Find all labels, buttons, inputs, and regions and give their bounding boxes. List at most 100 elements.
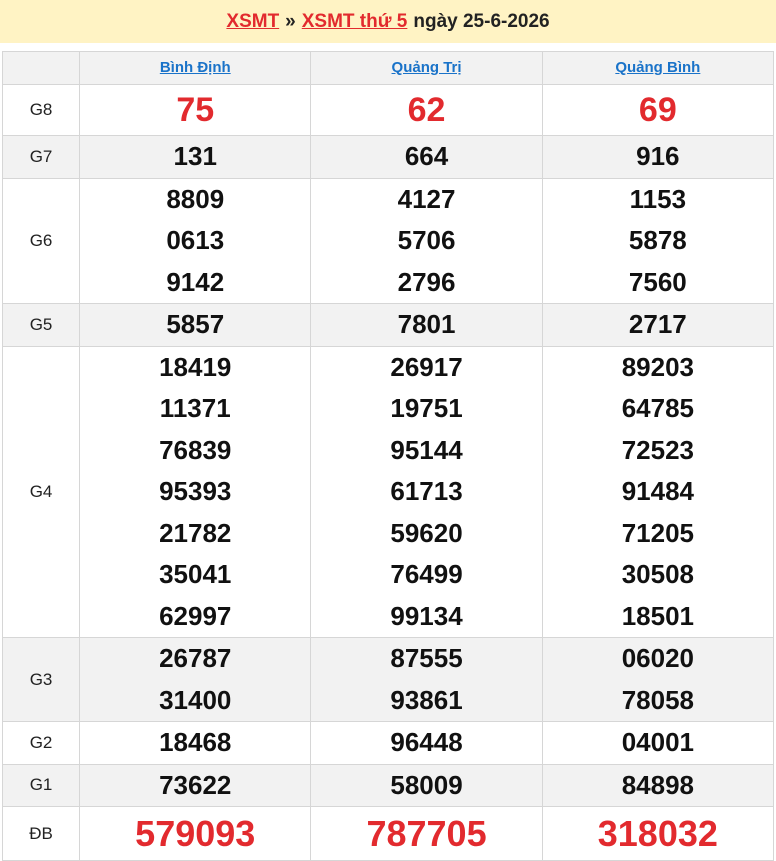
prize-cell: 84898: [541, 763, 775, 807]
prize-number: 78058: [621, 684, 694, 715]
prize-cell: 18419 11371 76839 95393 21782 35041 62997: [79, 345, 312, 638]
prize-number: 5878: [628, 225, 687, 255]
prize-number: 62: [407, 91, 446, 129]
prize-number: 62997: [159, 600, 232, 631]
prize-number: 26787: [159, 643, 232, 673]
prize-number: 87555: [390, 643, 463, 673]
prize-label: G6: [1, 177, 81, 304]
prize-cell: 73622: [79, 763, 312, 807]
prize-cell: 664: [310, 135, 543, 179]
prize-cell: 916: [541, 135, 775, 179]
prize-number: 18501: [621, 600, 694, 631]
prize-row: G3 26787 31400 87555 93861 06020 78058: [1, 637, 775, 722]
prize-cell: 318032: [541, 806, 775, 861]
results-table: Bình Định Quảng Trị Quảng Bình G8 75 62 69 G…: [1, 51, 775, 861]
prize-number: 91484: [621, 476, 694, 506]
prize-number: 916: [636, 141, 680, 171]
prize-cell: 4127 5706 2796: [310, 177, 543, 304]
prize-number: 59620: [390, 517, 463, 548]
prize-cell: 62: [310, 84, 543, 136]
prize-number: 7801: [397, 309, 456, 339]
prize-cell: 87555 93861: [310, 637, 543, 722]
prize-cell: 18468: [79, 721, 312, 765]
prize-cell: 26917 19751 95144 61713 59620 76499 99134: [310, 345, 543, 638]
prize-number: 84898: [621, 769, 694, 800]
prize-cell: 1153 5878 7560: [541, 177, 775, 304]
prize-number: 72523: [621, 434, 694, 465]
prize-number: 5706: [397, 225, 456, 255]
prize-number: 1153: [629, 183, 687, 214]
prize-cell: 69: [541, 84, 775, 136]
prize-number: 06020: [621, 643, 694, 673]
prize-label: G2: [1, 721, 81, 765]
prize-number: 19751: [390, 393, 463, 423]
prize-number: 30508: [621, 559, 694, 589]
xsmt-link[interactable]: XSMT: [226, 11, 279, 33]
breadcrumb-separator: »: [285, 10, 296, 32]
prize-number: 787705: [366, 813, 487, 854]
prize-cell: 89203 64785 72523 91484 71205 30508 18501: [541, 345, 775, 638]
draw-date: ngày 25-6-2026: [413, 10, 550, 32]
corner-cell: [1, 51, 81, 85]
prize-number: 318032: [597, 813, 718, 854]
prize-row: G8 75 62 69: [1, 84, 775, 136]
prize-row: ĐB 579093 787705 318032: [1, 806, 775, 861]
prize-number: 73622: [159, 769, 232, 800]
prize-cell: 2717: [541, 303, 775, 347]
prize-number: 0613: [166, 225, 225, 255]
prize-cell: 579093: [79, 806, 312, 861]
prize-number: 76839: [159, 434, 232, 465]
prize-number: 75: [176, 91, 215, 129]
prize-number: 9142: [166, 266, 225, 297]
prize-cell: 787705: [310, 806, 543, 861]
prize-row: G2 18468 96448 04001: [1, 721, 775, 765]
prize-label: G4: [1, 345, 81, 638]
prize-number: 26917: [390, 351, 463, 382]
xsmt-thu5-link[interactable]: XSMT thứ 5: [302, 11, 408, 33]
prize-cell: 5857: [79, 303, 312, 347]
province-header: Quảng Bình: [541, 51, 775, 85]
prize-row: G7 131 664 916: [1, 135, 775, 179]
prize-cell: 06020 78058: [541, 637, 775, 722]
prize-number: 131: [173, 141, 217, 171]
prize-label: G3: [1, 637, 81, 722]
prize-number: 2796: [397, 266, 456, 297]
prize-rows: G8 75 62 69 G7 131 664 916 G6 8809 0613 9142 4127 570…: [1, 84, 775, 861]
prize-number: 64785: [621, 393, 694, 423]
prize-number: 96448: [390, 727, 463, 757]
page-header: XSMT » XSMT thứ 5 ngày 25-6-2026: [0, 0, 776, 43]
prize-number: 664: [404, 141, 449, 171]
prize-number: 89203: [621, 351, 694, 382]
prize-cell: 04001: [541, 721, 775, 765]
prize-number: 69: [638, 91, 677, 129]
prize-row: G1 73622 58009 84898: [1, 763, 775, 807]
province-link-quang-tri[interactable]: Quảng Trị: [392, 59, 462, 76]
prize-number: 58009: [390, 769, 463, 800]
prize-number: 93861: [390, 684, 463, 715]
prize-cell: 26787 31400: [79, 637, 312, 722]
prize-number: 4127: [397, 183, 456, 214]
prize-row: G5 5857 7801 2717: [1, 303, 775, 347]
prize-number: 76499: [390, 559, 463, 589]
prize-number: 31400: [159, 684, 232, 715]
prize-number: 95144: [390, 434, 463, 465]
prize-label: G7: [1, 135, 81, 179]
prize-number: 21782: [159, 517, 232, 548]
prize-number: 2717: [628, 309, 687, 339]
province-link-binh-dinh[interactable]: Bình Định: [160, 59, 231, 76]
prize-cell: 8809 0613 9142: [79, 177, 312, 304]
prize-number: 99134: [390, 600, 463, 631]
prize-number: 71205: [621, 517, 694, 548]
prize-number: 61713: [390, 476, 463, 506]
prize-cell: 58009: [310, 763, 543, 807]
prize-label: ĐB: [1, 806, 81, 861]
prize-number: 18468: [159, 727, 232, 757]
province-link-quang-binh[interactable]: Quảng Bình: [615, 59, 700, 76]
prize-number: 579093: [135, 813, 256, 854]
prize-number: 35041: [159, 559, 232, 589]
prize-number: 95393: [159, 476, 232, 506]
prize-number: 5857: [166, 309, 225, 339]
prize-label: G8: [1, 84, 81, 136]
prize-number: 04001: [621, 727, 694, 757]
prize-cell: 131: [79, 135, 312, 179]
